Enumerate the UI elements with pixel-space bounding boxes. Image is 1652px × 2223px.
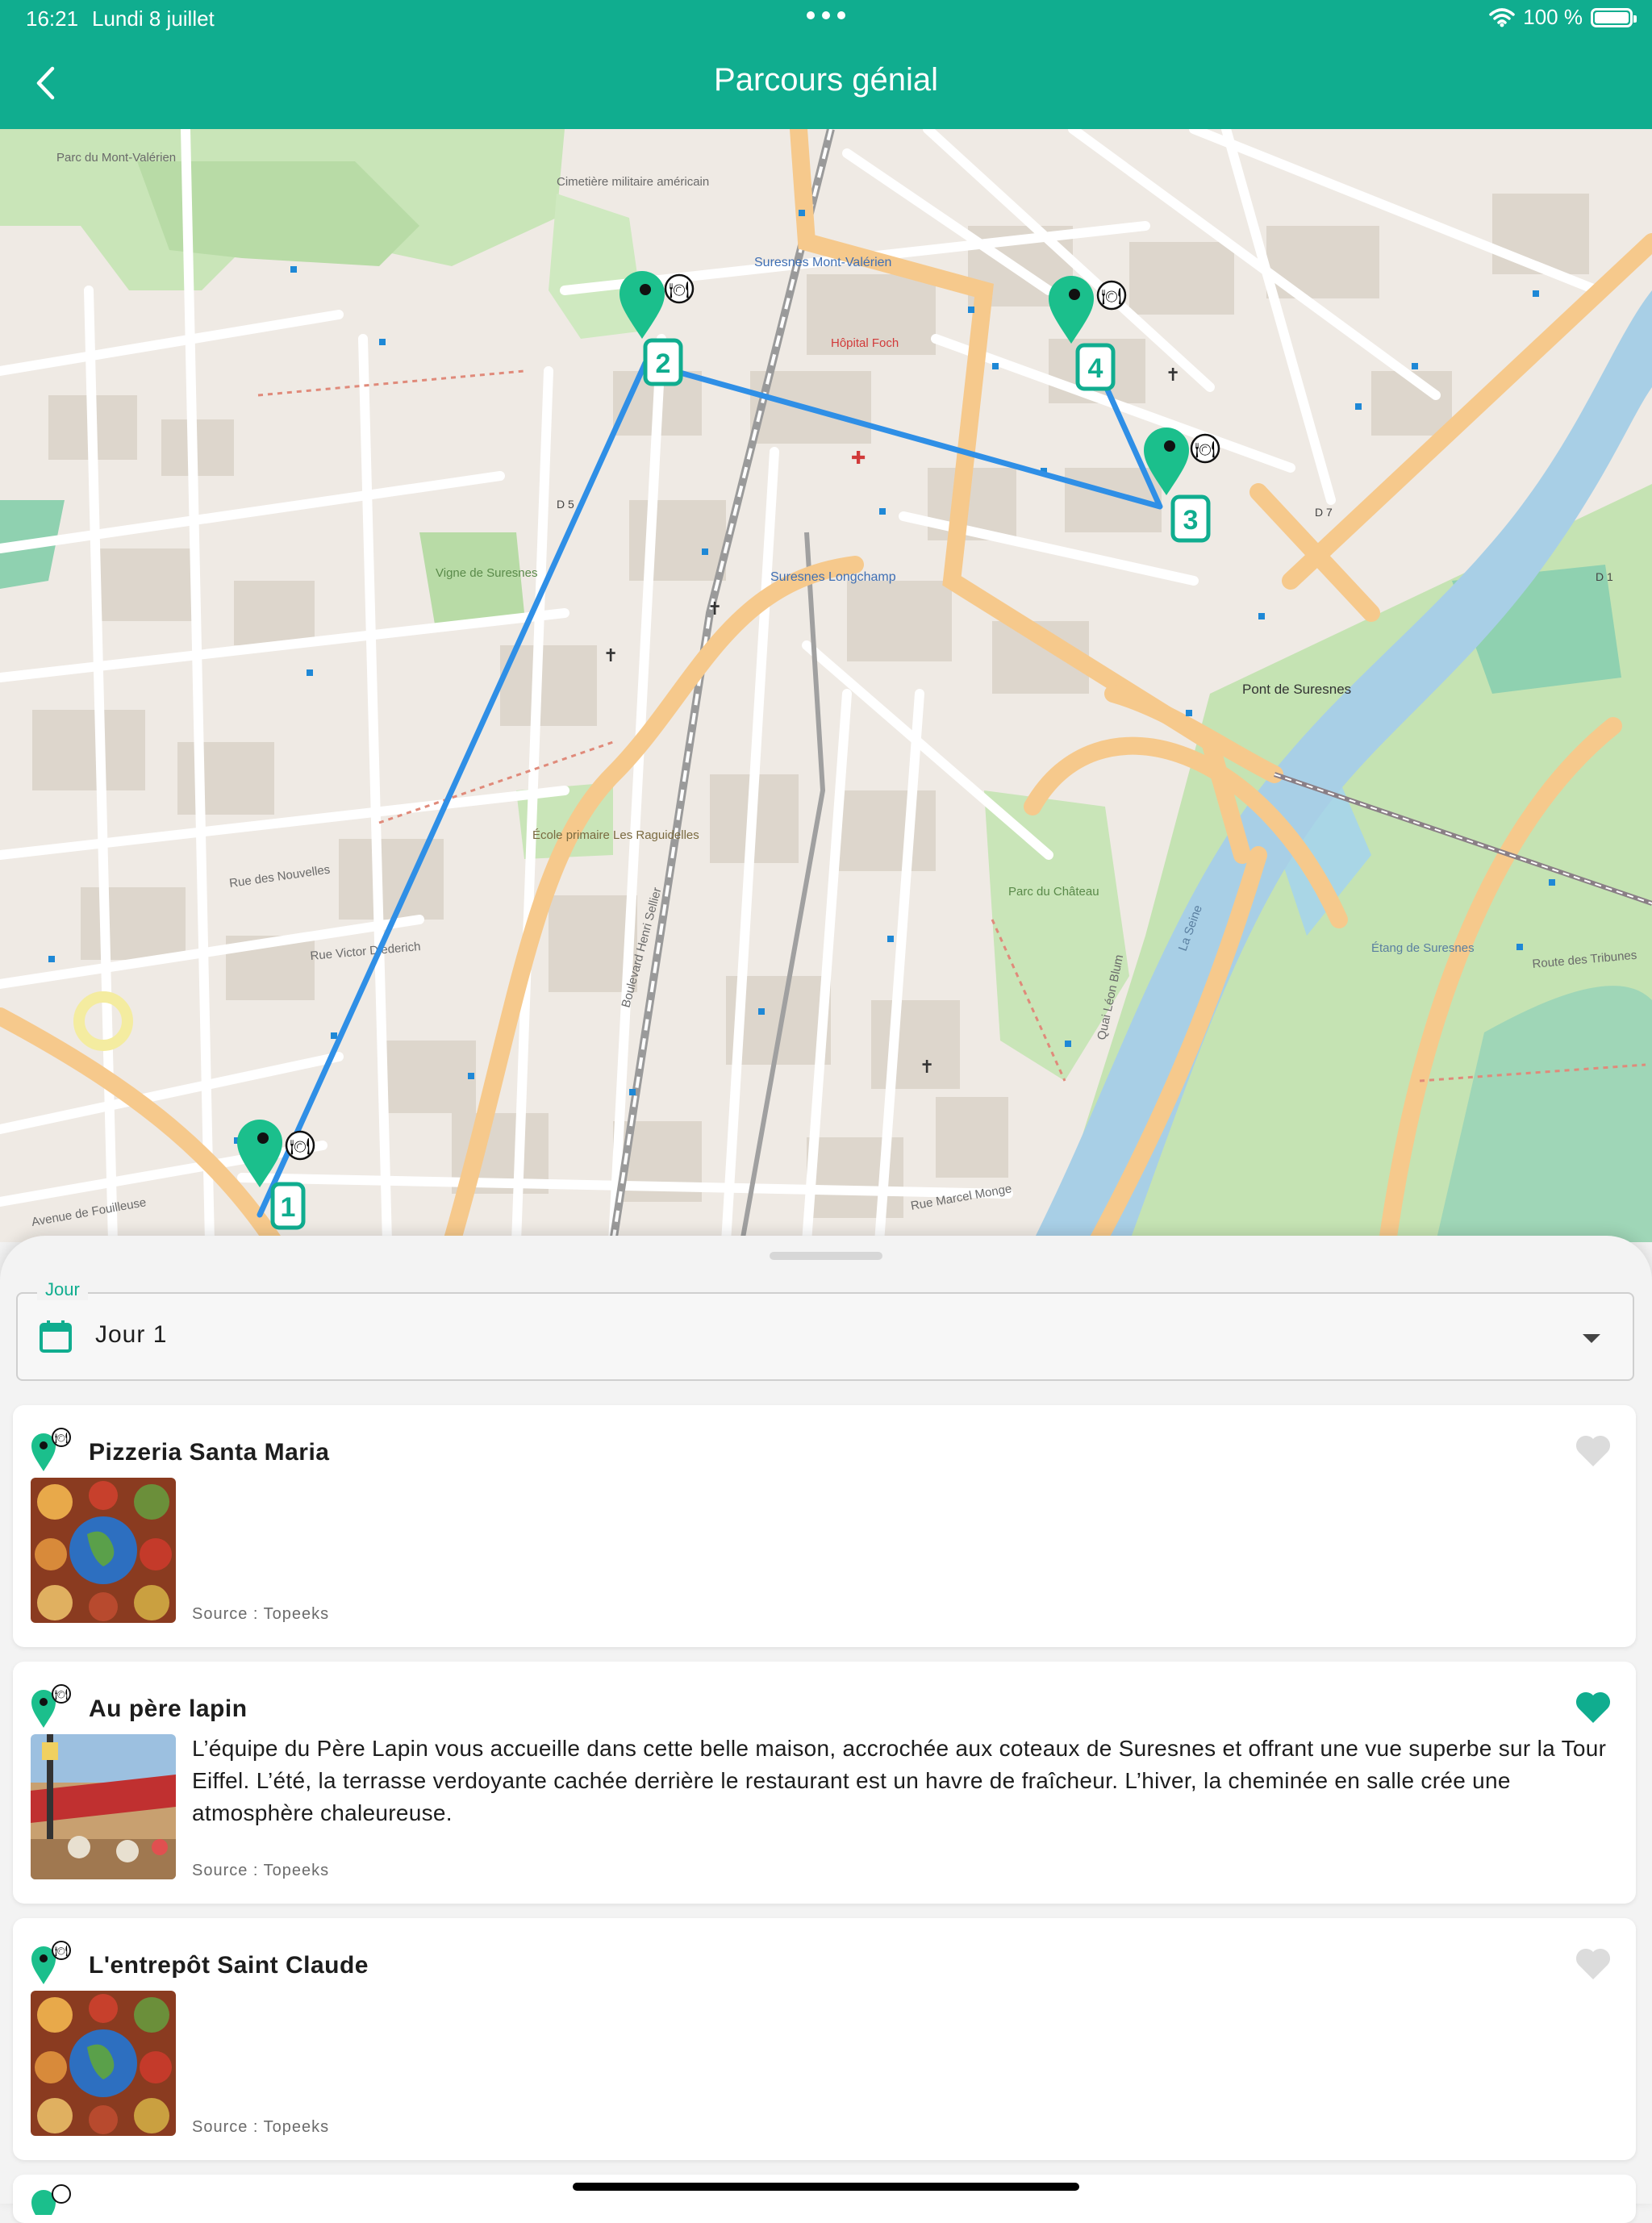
church-icon: ✝: [1166, 365, 1180, 386]
restaurant-pin-icon: 🍽: [31, 1428, 71, 1471]
battery-icon: [1591, 7, 1637, 27]
battery-percent: 100 %: [1523, 5, 1583, 29]
page-title: Parcours génial: [714, 62, 938, 98]
map-canvas[interactable]: Parc du Mont-Valérien Cimetière militair…: [0, 129, 1652, 1242]
status-right: 100 %: [1489, 5, 1637, 30]
svg-text:4: 4: [1088, 353, 1103, 384]
place-name: Au père lapin: [89, 1695, 248, 1722]
restaurant-pin-icon: 🍽: [31, 1941, 71, 1984]
svg-text:3: 3: [1183, 505, 1199, 536]
map-label-station-mv: Suresnes Mont-Valérien: [754, 256, 891, 269]
hospital-icon: ✚: [851, 448, 866, 469]
favorite-heart-icon[interactable]: [1575, 1947, 1612, 1981]
svg-text:🍽: 🍽: [55, 1688, 69, 1701]
place-source: Source : Topeeks: [192, 1605, 330, 1623]
map-label-ecole: École primaire Les Raguidelles: [532, 828, 699, 842]
place-source: Source : Topeeks: [192, 2118, 330, 2136]
places-sheet: Jour Jour 1 🍽 Pizzeria Santa Maria Sourc…: [0, 1236, 1652, 2223]
map-label-parc: Parc du Mont-Valérien: [56, 151, 176, 165]
dropdown-arrow-icon: [1583, 1334, 1600, 1343]
place-card[interactable]: 🍽 L'entrepôt Saint Claude Source : Topee…: [13, 1918, 1636, 2160]
map-label-cimetiere: Cimetière militaire américain: [557, 175, 709, 189]
svg-text:2: 2: [656, 348, 671, 379]
calendar-icon: [40, 1320, 72, 1353]
place-name: Pizzeria Santa Maria: [89, 1439, 330, 1466]
map-label-d5: D 5: [557, 498, 574, 511]
favorite-heart-icon[interactable]: [1575, 1691, 1612, 1725]
map-label-d1: D 1: [1596, 570, 1613, 583]
map-label-etang: Étang de Suresnes: [1371, 941, 1475, 955]
svg-text:🍽: 🍽: [55, 1945, 69, 1958]
map-label-station-lc: Suresnes Longchamp: [770, 570, 896, 584]
day-select-value: Jour 1: [95, 1321, 168, 1348]
restaurant-icon: 🍽: [1195, 440, 1215, 459]
place-description: L’équipe du Père Lapin vous accueille da…: [192, 1736, 1607, 1825]
app-header: 16:21 Lundi 8 juillet 100 % Parcours gén…: [0, 0, 1652, 129]
place-thumbnail: [31, 1478, 176, 1623]
sheet-handle[interactable]: [770, 1252, 882, 1260]
day-select[interactable]: Jour Jour 1: [16, 1279, 1634, 1381]
status-date: Lundi 8 juillet: [92, 6, 215, 31]
svg-text:🍽: 🍽: [55, 1432, 69, 1445]
svg-text:1: 1: [281, 1192, 296, 1223]
place-card[interactable]: [13, 2175, 1636, 2223]
place-name: L'entrepôt Saint Claude: [89, 1952, 369, 1979]
day-select-label: Jour: [37, 1279, 88, 1300]
map-label-d7: D 7: [1315, 506, 1333, 519]
place-card[interactable]: 🍽 Au père lapin L’équipe du Père Lapin v…: [13, 1662, 1636, 1904]
church-icon: ✝: [920, 1057, 934, 1078]
restaurant-icon: 🍽: [669, 280, 689, 299]
restaurant-icon: 🍽: [290, 1137, 310, 1156]
home-indicator[interactable]: [573, 2183, 1079, 2191]
favorite-heart-icon[interactable]: [1575, 1434, 1612, 1468]
place-thumbnail: [31, 1734, 176, 1879]
church-icon: ✝: [707, 599, 722, 619]
church-icon: ✝: [603, 646, 618, 666]
restaurant-icon: 🍽: [1101, 286, 1121, 306]
map-label-vigne: Vigne de Suresnes: [436, 566, 537, 580]
map-label-pont: Pont de Suresnes: [1242, 682, 1351, 697]
map-label-hopital: Hôpital Foch: [831, 336, 899, 350]
wifi-icon: [1489, 7, 1516, 27]
route-map[interactable]: Parc du Mont-Valérien Cimetière militair…: [0, 129, 1652, 1242]
place-card[interactable]: 🍽 Pizzeria Santa Maria Source : Topeeks: [13, 1405, 1636, 1647]
map-label-parc-chateau: Parc du Château: [1008, 885, 1099, 899]
status-time: 16:21: [26, 6, 79, 31]
place-source: Source : Topeeks: [192, 1862, 330, 1879]
place-thumbnail: [31, 1991, 176, 2136]
multitasking-dots-icon[interactable]: [807, 11, 845, 23]
restaurant-pin-icon: [31, 2184, 71, 2215]
restaurant-pin-icon: 🍽: [31, 1684, 71, 1728]
